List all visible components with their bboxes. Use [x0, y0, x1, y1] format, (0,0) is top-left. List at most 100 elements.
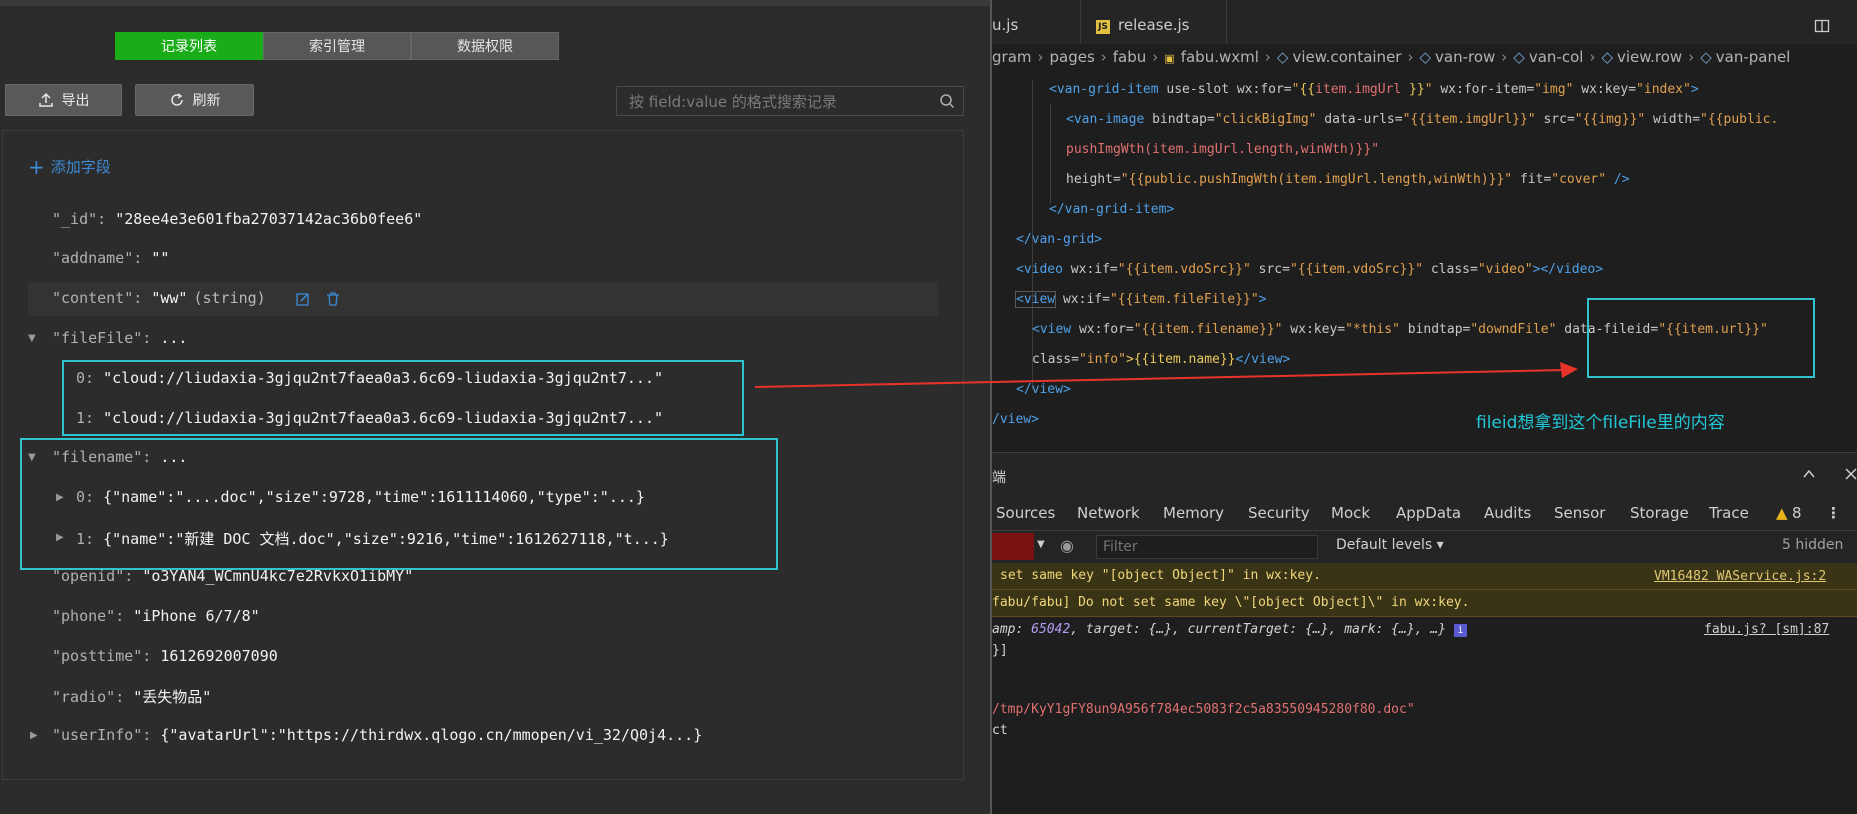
field-row-userinfo[interactable]: "userInfo": {"avatarUrl":"https://thirdw… — [52, 726, 702, 744]
breadcrumb-item[interactable]: view.container — [1292, 48, 1401, 66]
log-levels-dropdown[interactable]: Default levels ▾ — [1336, 537, 1444, 553]
source-link[interactable]: fabu.js? [sm]:87 — [1704, 622, 1829, 637]
field-key: "posttime": — [52, 647, 152, 665]
warning-icon[interactable]: ▲ — [1776, 504, 1788, 522]
search-icon[interactable] — [939, 93, 955, 109]
edit-icon[interactable] — [295, 291, 311, 307]
more-vert-icon[interactable]: ⋮ — [1826, 504, 1841, 522]
console-log-row[interactable]: /tmp/KyY1gFY8un9A956f784ec5083f2c5a83550… — [992, 702, 1415, 717]
code-line[interactable]: </view> — [1016, 382, 1071, 397]
chevron-up-icon[interactable] — [1802, 467, 1816, 481]
close-icon[interactable] — [1844, 467, 1857, 481]
console-log-row[interactable]: }] — [992, 643, 1008, 658]
annotation-text: fileid想拿到这个fileFile里的内容 — [1476, 413, 1725, 433]
field-row-posttime[interactable]: "posttime": 1612692007090 — [52, 647, 278, 665]
add-field-button[interactable]: + 添加字段 — [28, 155, 111, 179]
breadcrumb-item[interactable]: fabu.wxml — [1181, 48, 1259, 66]
code-line[interactable]: pushImgWth(item.imgUrl.length,winWth)}}" — [1066, 142, 1379, 157]
context-select[interactable] — [992, 533, 1034, 560]
code-line[interactable]: <van-grid-item use-slot wx:for= " {{item.i… — [1049, 82, 1699, 97]
breadcrumb-item[interactable]: gram — [992, 48, 1032, 66]
code-token: wx:key= — [1573, 82, 1637, 97]
tab-record-list[interactable]: 记录列表 — [115, 32, 263, 60]
chevron-right-icon: › — [1100, 48, 1107, 66]
code-token: "{{img}}" — [1574, 112, 1646, 127]
field-key: "content": — [52, 289, 143, 307]
info-icon[interactable]: i — [1453, 624, 1467, 637]
code-token: item.imgUrl — [1315, 82, 1410, 97]
breadcrumb-item[interactable]: van-row — [1435, 48, 1495, 66]
code-line[interactable]: <view wx:if="{{item.fileFile}}"> — [1014, 291, 1266, 308]
trash-icon[interactable] — [325, 291, 341, 307]
code-token: src= — [1250, 262, 1290, 277]
code-line[interactable]: class="info">{{item.name}}</view> — [1032, 352, 1290, 367]
breadcrumb-item[interactable]: van-panel — [1716, 48, 1791, 66]
filter-input[interactable] — [1096, 535, 1318, 559]
file-tab[interactable]: u.js — [992, 0, 1018, 44]
db-tabs: 记录列表 索引管理 数据权限 — [115, 32, 559, 60]
log-text: ct — [992, 723, 1008, 738]
console-log-row[interactable]: amp: 65042, target: {…}, currentTarget: … — [992, 622, 1467, 637]
element-icon: ◇ — [1419, 48, 1432, 66]
breadcrumb-item[interactable]: view.row — [1617, 48, 1682, 66]
tab-sensor[interactable]: Sensor — [1554, 504, 1605, 522]
tab-memory[interactable]: Memory — [1163, 504, 1224, 522]
field-row-radio[interactable]: "radio": "丢失物品" — [52, 686, 211, 707]
tab-index-management[interactable]: 索引管理 — [263, 32, 411, 60]
field-row-filefile[interactable]: "fileFile": ... — [52, 329, 187, 347]
search-input[interactable] — [617, 87, 931, 117]
tab-appdata[interactable]: AppData — [1396, 504, 1461, 522]
breadcrumb-item[interactable]: pages — [1050, 48, 1095, 66]
indent-guide — [1050, 104, 1051, 204]
console-log-row[interactable]: ct — [992, 723, 1008, 738]
code-token: <video — [1016, 262, 1063, 277]
chevron-right-icon: › — [1501, 48, 1508, 66]
code-line[interactable]: </van-grid> — [1016, 232, 1102, 247]
console-warning-row[interactable]: fabu/fabu] Do not set same key \"[object… — [992, 590, 1857, 617]
element-icon: ◇ — [1276, 48, 1289, 66]
code-token: /view> — [992, 412, 1039, 427]
tab-separator — [1080, 0, 1081, 44]
devtools-tabs: Sources Network Memory Security Mock App… — [992, 496, 1857, 530]
code-token: }} — [1409, 82, 1425, 97]
split-editor-icon[interactable] — [1814, 18, 1830, 34]
code-token: "{{item.filename}}" — [1133, 322, 1283, 337]
code-token: class= — [1032, 352, 1079, 367]
file-tab-release[interactable]: JS release.js — [1096, 0, 1189, 44]
breadcrumb-item[interactable]: van-col — [1529, 48, 1584, 66]
breadcrumb-item[interactable]: fabu — [1113, 48, 1147, 66]
field-row-addname[interactable]: "addname": "" — [52, 249, 169, 267]
tab-storage[interactable]: Storage — [1630, 504, 1689, 522]
refresh-button[interactable]: 刷新 — [135, 84, 254, 116]
code-token: "clickBigImg" — [1214, 112, 1317, 127]
code-line[interactable]: /view> — [992, 412, 1039, 427]
code-line[interactable]: <van-image bindtap="clickBigImg" data-ur… — [1066, 112, 1778, 127]
tab-network[interactable]: Network — [1077, 504, 1140, 522]
field-row-content[interactable]: "content": "ww" (string) — [52, 289, 266, 307]
log-text: }] — [992, 643, 1008, 658]
eye-icon[interactable]: ◉ — [1060, 536, 1074, 555]
code-token: wx:for-item= — [1432, 82, 1535, 97]
code-line[interactable]: </van-grid-item> — [1049, 202, 1174, 217]
code-line[interactable]: <video wx:if="{{item.vdoSrc}}" src="{{it… — [1016, 262, 1603, 277]
tab-audits[interactable]: Audits — [1484, 504, 1531, 522]
tab-data-permission[interactable]: 数据权限 — [411, 32, 559, 60]
expand-triangle-icon[interactable]: ▶ — [30, 730, 38, 741]
source-link[interactable]: VM16482 WAService.js:2 — [1654, 569, 1826, 584]
add-field-label: 添加字段 — [50, 158, 111, 176]
element-icon: ◇ — [1700, 48, 1712, 66]
code-line[interactable]: height="{{public.pushImgWth(item.imgUrl.… — [1066, 172, 1630, 187]
field-row-id[interactable]: "_id": "28ee4e3e601fba27037142ac36b0fee6… — [52, 210, 422, 228]
field-row-phone[interactable]: "phone": "iPhone 6/7/8" — [52, 607, 260, 625]
tab-sources[interactable]: Sources — [996, 504, 1055, 522]
field-value: "28ee4e3e601fba27037142ac36b0fee6" — [115, 210, 423, 228]
breadcrumb: gram › pages › fabu › ▣ fabu.wxml › ◇ view.contain… — [992, 44, 1857, 70]
collapse-triangle-icon[interactable]: ▼ — [28, 333, 36, 344]
tab-security[interactable]: Security — [1248, 504, 1310, 522]
element-icon: ◇ — [1601, 48, 1613, 66]
code-token: wx:if= — [1055, 292, 1110, 307]
code-token: data-urls= — [1316, 112, 1403, 127]
tab-mock[interactable]: Mock — [1331, 504, 1370, 522]
tab-trace[interactable]: Trace — [1709, 504, 1749, 522]
export-button[interactable]: 导出 — [5, 84, 122, 116]
